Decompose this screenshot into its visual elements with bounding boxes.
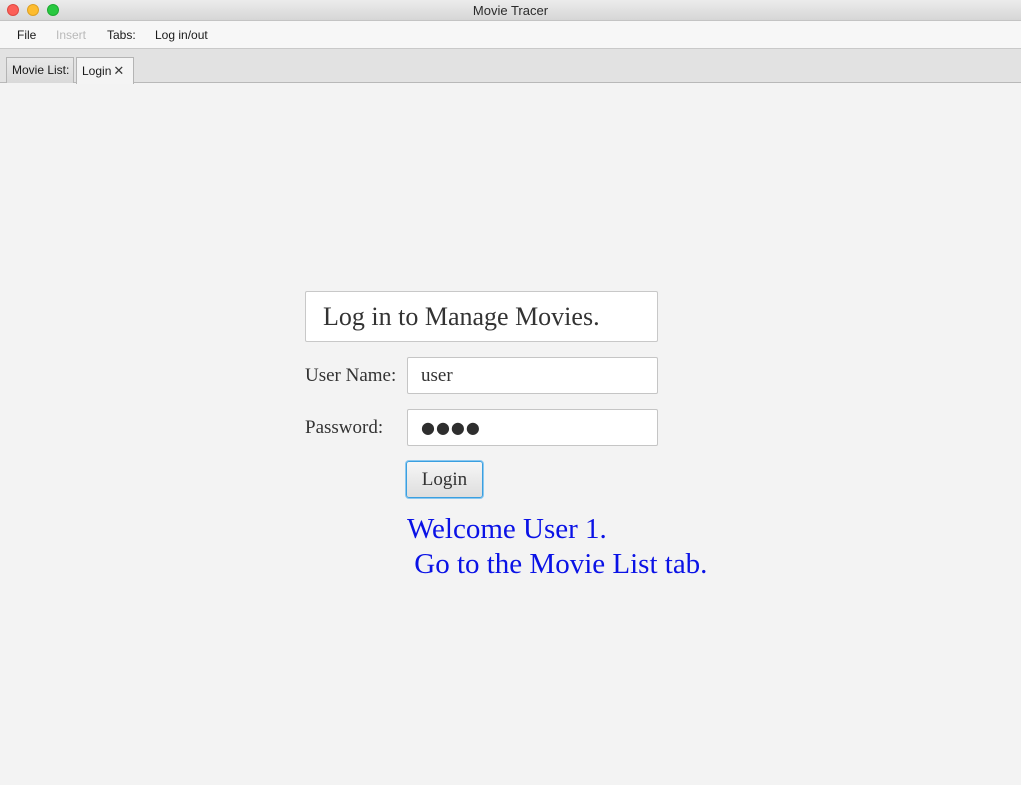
menu-tabs[interactable]: Tabs: (107, 28, 136, 42)
tab-login[interactable]: Login ✕ (76, 57, 134, 84)
title-bar: Movie Tracer (0, 0, 1021, 21)
menu-insert: Insert (56, 28, 87, 42)
tab-movie-list[interactable]: Movie List: (6, 57, 74, 83)
menu-bar: File Insert Tabs: Log in/out (0, 21, 1021, 49)
welcome-line-2: Go to the Movie List tab. (407, 548, 708, 580)
username-field[interactable]: user (407, 357, 658, 394)
welcome-line-1: Welcome User 1. (407, 513, 607, 545)
tab-login-label: Login (82, 64, 112, 78)
tab-movie-list-label: Movie List: (12, 63, 70, 77)
login-heading: Log in to Manage Movies. (305, 291, 658, 342)
username-label: User Name: (305, 365, 397, 386)
close-icon[interactable]: ✕ (113, 63, 124, 79)
tab-strip: Movie List: Login ✕ (0, 49, 1021, 84)
password-label: Password: (305, 417, 384, 438)
window-title: Movie Tracer (472, 3, 549, 18)
menu-log-in-out[interactable]: Log in/out (155, 28, 208, 42)
password-field[interactable]: ●●●● (407, 409, 658, 446)
welcome-message: Welcome User 1. Go to the Movie List tab… (407, 512, 767, 582)
login-button[interactable]: Login (406, 461, 483, 498)
menu-file[interactable]: File (17, 28, 36, 42)
